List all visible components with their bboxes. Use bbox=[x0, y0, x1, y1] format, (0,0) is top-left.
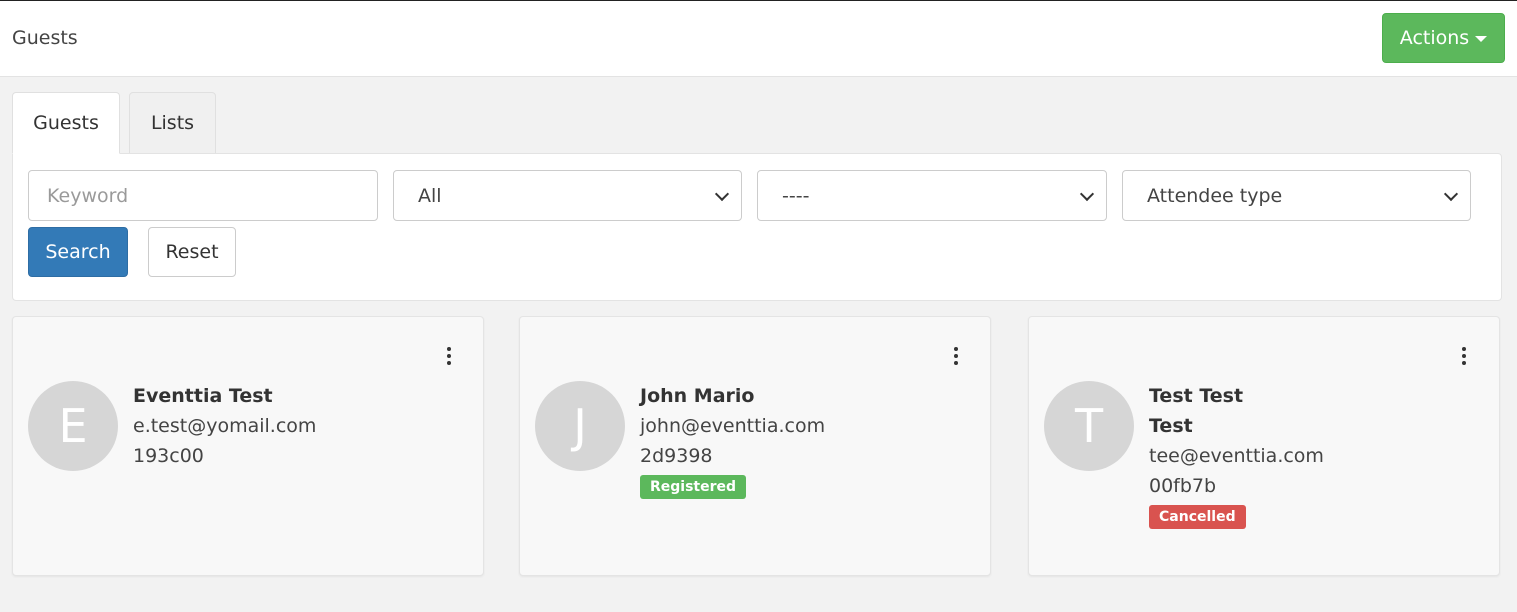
tab-guests[interactable]: Guests bbox=[12, 92, 120, 154]
secondary-select[interactable]: ---- bbox=[757, 170, 1107, 221]
guest-email: tee@eventtia.com bbox=[1149, 445, 1324, 467]
status-select-value: All bbox=[418, 184, 442, 207]
tab-lists[interactable]: Lists bbox=[129, 92, 216, 154]
keyword-input[interactable] bbox=[47, 184, 377, 207]
top-bar: Guests Actions bbox=[0, 0, 1517, 77]
guest-email: e.test@yomail.com bbox=[133, 415, 317, 437]
attendee-type-select-value: Attendee type bbox=[1147, 184, 1283, 207]
reset-button[interactable]: Reset bbox=[148, 227, 236, 277]
guest-code: 00fb7b bbox=[1149, 475, 1217, 497]
actions-button[interactable]: Actions bbox=[1382, 13, 1505, 63]
secondary-select-value: ---- bbox=[782, 184, 810, 207]
guest-name: Eventtia Test bbox=[133, 385, 273, 407]
filter-panel: All ---- Attendee type Search Reset bbox=[12, 153, 1502, 301]
guest-name: Test Test bbox=[1149, 385, 1244, 407]
guest-card: E Eventtia Test e.test@yomail.com 193c00 bbox=[12, 316, 484, 576]
guest-email: john@eventtia.com bbox=[640, 415, 826, 437]
page-title: Guests bbox=[12, 27, 78, 49]
guest-card: J John Mario john@eventtia.com 2d9398 Re… bbox=[519, 316, 991, 576]
keyword-field[interactable] bbox=[28, 170, 378, 221]
chevron-down-icon bbox=[1443, 186, 1459, 202]
guest-code: 193c00 bbox=[133, 445, 204, 467]
more-options-icon[interactable] bbox=[1459, 347, 1469, 365]
avatar: T bbox=[1044, 381, 1134, 471]
guest-name-continued: Test bbox=[1149, 415, 1193, 437]
attendee-type-select[interactable]: Attendee type bbox=[1122, 170, 1471, 221]
guest-info: Test Test Test tee@eventtia.com 00fb7b C… bbox=[1149, 381, 1479, 529]
chevron-down-icon bbox=[1079, 186, 1095, 202]
actions-button-label: Actions bbox=[1399, 27, 1470, 49]
status-badge: Registered bbox=[640, 475, 747, 499]
status-select[interactable]: All bbox=[393, 170, 742, 221]
caret-down-icon bbox=[1475, 36, 1488, 42]
more-options-icon[interactable] bbox=[444, 347, 454, 365]
guest-name: John Mario bbox=[640, 385, 755, 407]
status-badge: Cancelled bbox=[1149, 505, 1246, 529]
avatar: E bbox=[28, 381, 118, 471]
guest-card: T Test Test Test tee@eventtia.com 00fb7b… bbox=[1028, 316, 1500, 576]
guest-info: Eventtia Test e.test@yomail.com 193c00 bbox=[133, 381, 463, 471]
guest-code: 2d9398 bbox=[640, 445, 713, 467]
guest-info: John Mario john@eventtia.com 2d9398 Regi… bbox=[640, 381, 970, 499]
chevron-down-icon bbox=[714, 186, 730, 202]
avatar: J bbox=[535, 381, 625, 471]
search-button[interactable]: Search bbox=[28, 227, 128, 277]
more-options-icon[interactable] bbox=[951, 347, 961, 365]
